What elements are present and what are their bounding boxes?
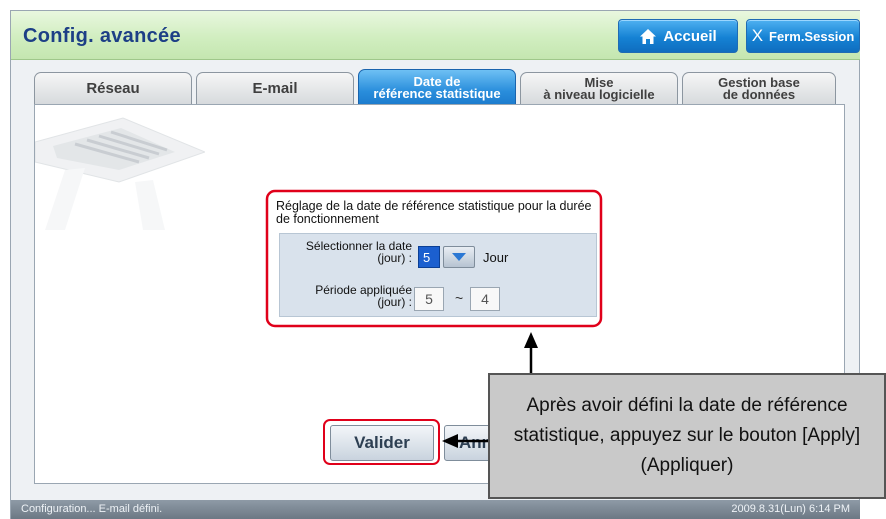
tab-label: E-mail <box>252 80 298 97</box>
tab-email[interactable]: E-mail <box>196 72 354 105</box>
house-icon <box>640 28 657 44</box>
date-select-value[interactable]: 5 <box>418 246 440 268</box>
period-end-field: 4 <box>470 287 500 311</box>
home-button[interactable]: Accueil <box>618 19 738 53</box>
x-icon: X <box>751 26 764 45</box>
logout-button-label: Ferm.Session <box>769 28 855 44</box>
status-bar: Configuration... E-mail défini. 2009.8.3… <box>11 500 860 519</box>
date-select-dropdown-button[interactable] <box>443 246 475 268</box>
status-message: Configuration... E-mail défini. <box>21 503 163 515</box>
settings-title: Réglage de la date de référence statisti… <box>276 199 592 226</box>
applied-period-label: Période appliquée (jour) : <box>286 284 412 308</box>
validate-highlight-frame <box>323 419 440 465</box>
tab-database[interactable]: Gestion base de données <box>682 72 836 105</box>
tab-software-update[interactable]: Mise à niveau logicielle <box>520 72 678 105</box>
tab-network[interactable]: Réseau <box>34 72 192 105</box>
tab-label: Réseau <box>86 80 140 97</box>
chevron-down-icon <box>452 253 466 261</box>
air-conditioner-illustration <box>35 117 205 230</box>
tab-statistics-date[interactable]: Date de référence statistique <box>358 69 516 105</box>
date-unit-label: Jour <box>483 250 509 265</box>
instruction-callout: Après avoir défini la date de référence … <box>488 373 886 499</box>
tab-label-line2: à niveau logicielle <box>543 87 655 102</box>
instruction-callout-text: Après avoir défini la date de référence … <box>513 395 861 476</box>
status-datetime: 2009.8.31(Lun) 6:14 PM <box>731 503 850 515</box>
logout-button[interactable]: X Ferm.Session <box>746 19 860 53</box>
tab-label-line2: référence statistique <box>373 85 501 101</box>
period-start-field: 5 <box>414 287 444 311</box>
date-select-label: Sélectionner la date (jour) : <box>286 240 412 264</box>
header-bar: Config. avancée Accueil X Ferm.Session <box>11 11 860 60</box>
tab-label-line2: de données <box>722 87 796 102</box>
period-separator: ~ <box>455 290 464 306</box>
applied-period-label-line2: (jour) : <box>377 295 412 309</box>
home-button-label: Accueil <box>663 27 717 45</box>
date-select-label-line2: (jour) : <box>377 251 412 265</box>
page-title: Config. avancée <box>23 25 181 47</box>
